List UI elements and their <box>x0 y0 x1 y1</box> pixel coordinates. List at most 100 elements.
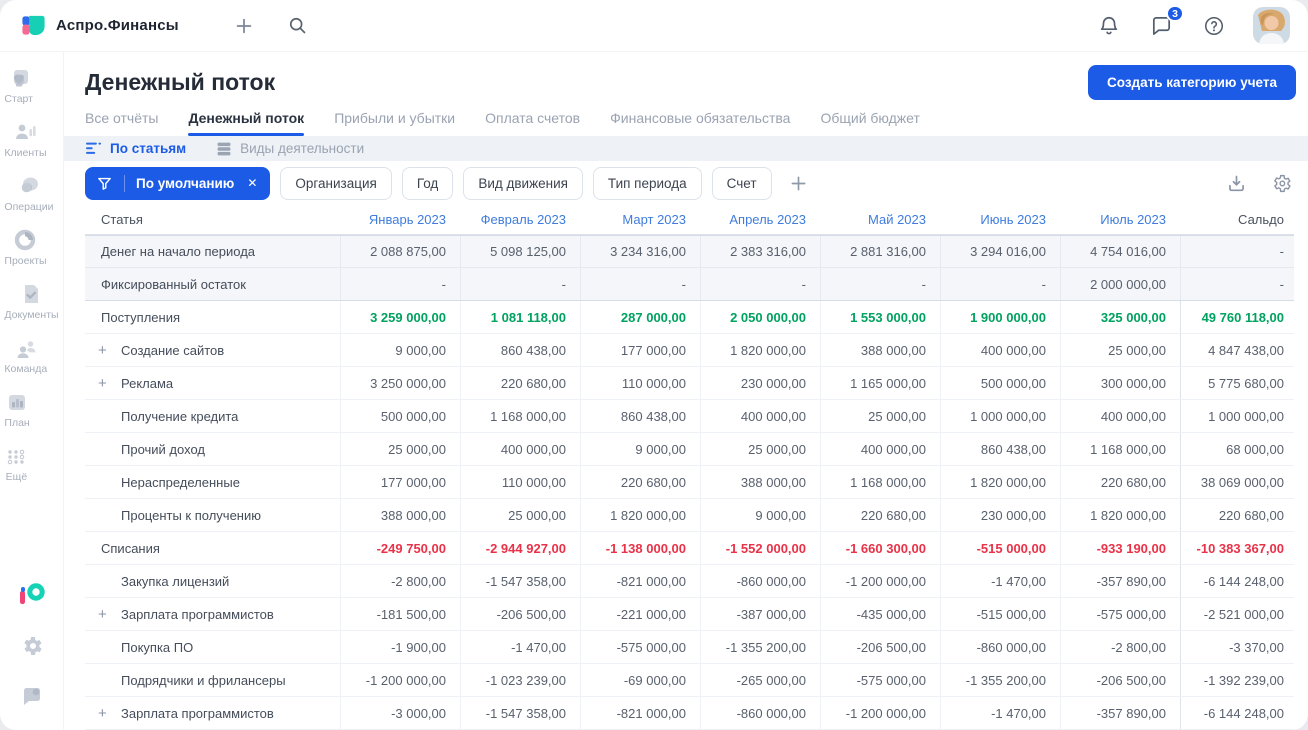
tab-Оплата счетов[interactable]: Оплата счетов <box>485 110 580 136</box>
tab-Все отчёты[interactable]: Все отчёты <box>85 110 158 136</box>
tab-Финансовые обязательства[interactable]: Финансовые обязательства <box>610 110 790 136</box>
cell-value: 325 000,00 <box>1060 301 1180 333</box>
cell-value: 25 000,00 <box>340 433 460 465</box>
expand-icon[interactable]: + <box>98 705 121 722</box>
sidebar-item-clients[interactable]: Клиенты <box>4 120 47 159</box>
help-icon <box>1203 15 1225 37</box>
table-row[interactable]: Покупка ПО -1 900,00 -1 470,00 -575 000,00-… <box>85 631 1294 664</box>
cell-value: 3 250 000,00 <box>340 367 460 399</box>
row-label: Проценты к получению <box>85 499 340 531</box>
sidebar-chat-button[interactable] <box>18 682 46 710</box>
sidebar-item-operations[interactable]: Операции <box>4 174 54 213</box>
table-row[interactable]: + Реклама 3 250 000,00 220 680,00 110 000,00… <box>85 367 1294 400</box>
cell-value: 1 168 000,00 <box>460 400 580 432</box>
cell-value: 287 000,00 <box>580 301 700 333</box>
cell-value: 1 820 000,00 <box>1060 499 1180 531</box>
sidebar-item-documents[interactable]: Документы <box>4 282 59 321</box>
active-filter-pill[interactable]: По умолчанию ✕ <box>85 166 271 200</box>
cell-value: 500 000,00 <box>940 367 1060 399</box>
sidebar-item-projects[interactable]: Проекты <box>4 228 47 267</box>
cell-value: 3 259 000,00 <box>340 301 460 333</box>
row-label-text: Покупка ПО <box>121 639 194 655</box>
cell-value: 1 553 000,00 <box>820 301 940 333</box>
table-row[interactable]: + Создание сайтов 9 000,00 860 438,00 177 00… <box>85 334 1294 367</box>
column-header-month[interactable]: Март 2023 <box>580 212 700 227</box>
export-button[interactable] <box>1224 171 1249 196</box>
table-row[interactable]: + Зарплата программистов -181 500,00 -206 5… <box>85 598 1294 631</box>
tab-Общий бюджет[interactable]: Общий бюджет <box>820 110 919 136</box>
table-row[interactable]: Фиксированный остаток - - - - - -2 000 000,00- <box>85 268 1294 301</box>
row-label: + Реклама <box>85 367 340 399</box>
cell-value: 9 000,00 <box>580 433 700 465</box>
help-button[interactable] <box>1201 13 1227 39</box>
sidebar-settings-button[interactable] <box>18 632 46 660</box>
table-settings-button[interactable] <box>1269 171 1294 196</box>
tab-Денежный поток[interactable]: Денежный поток <box>188 110 304 136</box>
sidebar-item-label: Старт <box>4 93 33 105</box>
column-header-month[interactable]: Июнь 2023 <box>940 212 1060 227</box>
sidebar-brand-button[interactable] <box>15 580 49 610</box>
table-row[interactable]: Проценты к получению 388 000,00 25 000,00 1… <box>85 499 1294 532</box>
table-body: Денег на начало периода 2 088 875,00 5 098… <box>85 235 1294 730</box>
table-row[interactable]: Нераспределенные 177 000,00 110 000,00 220 … <box>85 466 1294 499</box>
cell-value: -1 200 000,00 <box>340 664 460 696</box>
column-header-month[interactable]: Июль 2023 <box>1060 212 1180 227</box>
filter-button-Счет[interactable]: Счет <box>711 166 772 200</box>
messages-button[interactable]: 3 <box>1148 5 1184 39</box>
cell-value: 2 088 875,00 <box>340 236 460 267</box>
filter-button-Год[interactable]: Год <box>401 166 454 200</box>
cell-value: - <box>820 268 940 300</box>
table-row[interactable]: Поступления 3 259 000,00 1 081 118,00 287 0… <box>85 301 1294 334</box>
cell-value: -3 000,00 <box>340 697 460 729</box>
subtab-activity-kinds[interactable]: Виды деятельности <box>216 141 364 157</box>
cell-value: 2 881 316,00 <box>820 236 940 267</box>
column-header-month[interactable]: Апрель 2023 <box>700 212 820 227</box>
table-row[interactable]: Закупка лицензий -2 800,00 -1 547 358,00 -8… <box>85 565 1294 598</box>
cell-value: 1 168 000,00 <box>820 466 940 498</box>
create-category-button[interactable]: Создать категорию учета <box>1088 65 1296 100</box>
tab-Прибыли и убытки[interactable]: Прибыли и убытки <box>334 110 455 136</box>
filter-button-Организация[interactable]: Организация <box>280 166 392 200</box>
sidebar-item-more[interactable]: Ещё <box>4 444 28 483</box>
cell-value: -575 000,00 <box>580 631 700 663</box>
avatar[interactable] <box>1253 7 1290 44</box>
table-row[interactable]: Подрядчики и фрилансеры -1 200 000,00 -1 0… <box>85 664 1294 697</box>
table-row[interactable]: + Зарплата программистов -3 000,00 -1 547 3… <box>85 697 1294 730</box>
sidebar-item-start[interactable]: Старт <box>4 66 33 105</box>
table-row[interactable]: Прочий доход 25 000,00 400 000,00 9 000,00 2… <box>85 433 1294 466</box>
expand-icon[interactable]: + <box>98 342 121 359</box>
cell-value: -1 552 000,00 <box>700 532 820 564</box>
cell-value: 1 820 000,00 <box>580 499 700 531</box>
cell-value: 300 000,00 <box>1060 367 1180 399</box>
add-filter-button[interactable] <box>782 169 815 198</box>
cell-value: 1 000 000,00 <box>940 400 1060 432</box>
notifications-button[interactable] <box>1096 13 1122 39</box>
sidebar-item-plan[interactable]: План <box>4 390 30 429</box>
column-header-month[interactable]: Май 2023 <box>820 212 940 227</box>
quick-add-button[interactable] <box>231 13 257 39</box>
report-tabs: Все отчёты Денежный поток Прибыли и убытки… <box>85 110 1296 136</box>
column-header-month[interactable]: Февраль 2023 <box>460 212 580 227</box>
filter-button-Тип периода[interactable]: Тип периода <box>592 166 702 200</box>
more-icon <box>4 444 28 468</box>
filter-button-Вид движения[interactable]: Вид движения <box>463 166 583 200</box>
aspro-mini-logo-icon <box>17 582 47 608</box>
column-header-month[interactable]: Январь 2023 <box>340 212 460 227</box>
cell-value: -206 500,00 <box>460 598 580 630</box>
table-row[interactable]: Списания -249 750,00 -2 944 927,00 -1 138 0… <box>85 532 1294 565</box>
search-button[interactable] <box>285 13 310 38</box>
cell-value: -1 660 300,00 <box>820 532 940 564</box>
cell-value: -1 547 358,00 <box>460 565 580 597</box>
expand-icon[interactable]: + <box>98 375 121 392</box>
cell-value: -2 800,00 <box>340 565 460 597</box>
cell-value: -821 000,00 <box>580 565 700 597</box>
table-row[interactable]: Денег на начало периода 2 088 875,00 5 098… <box>85 235 1294 268</box>
expand-icon[interactable]: + <box>98 606 121 623</box>
sidebar-item-label: Операции <box>4 201 54 213</box>
cell-value: -933 190,00 <box>1060 532 1180 564</box>
subtab-by-articles[interactable]: По статьям <box>85 141 186 156</box>
table-row[interactable]: Получение кредита 500 000,00 1 168 000,00 8… <box>85 400 1294 433</box>
clear-filter-icon[interactable]: ✕ <box>247 176 257 190</box>
sidebar-item-team[interactable]: Команда <box>4 336 47 375</box>
row-label-text: Зарплата программистов <box>121 705 274 721</box>
